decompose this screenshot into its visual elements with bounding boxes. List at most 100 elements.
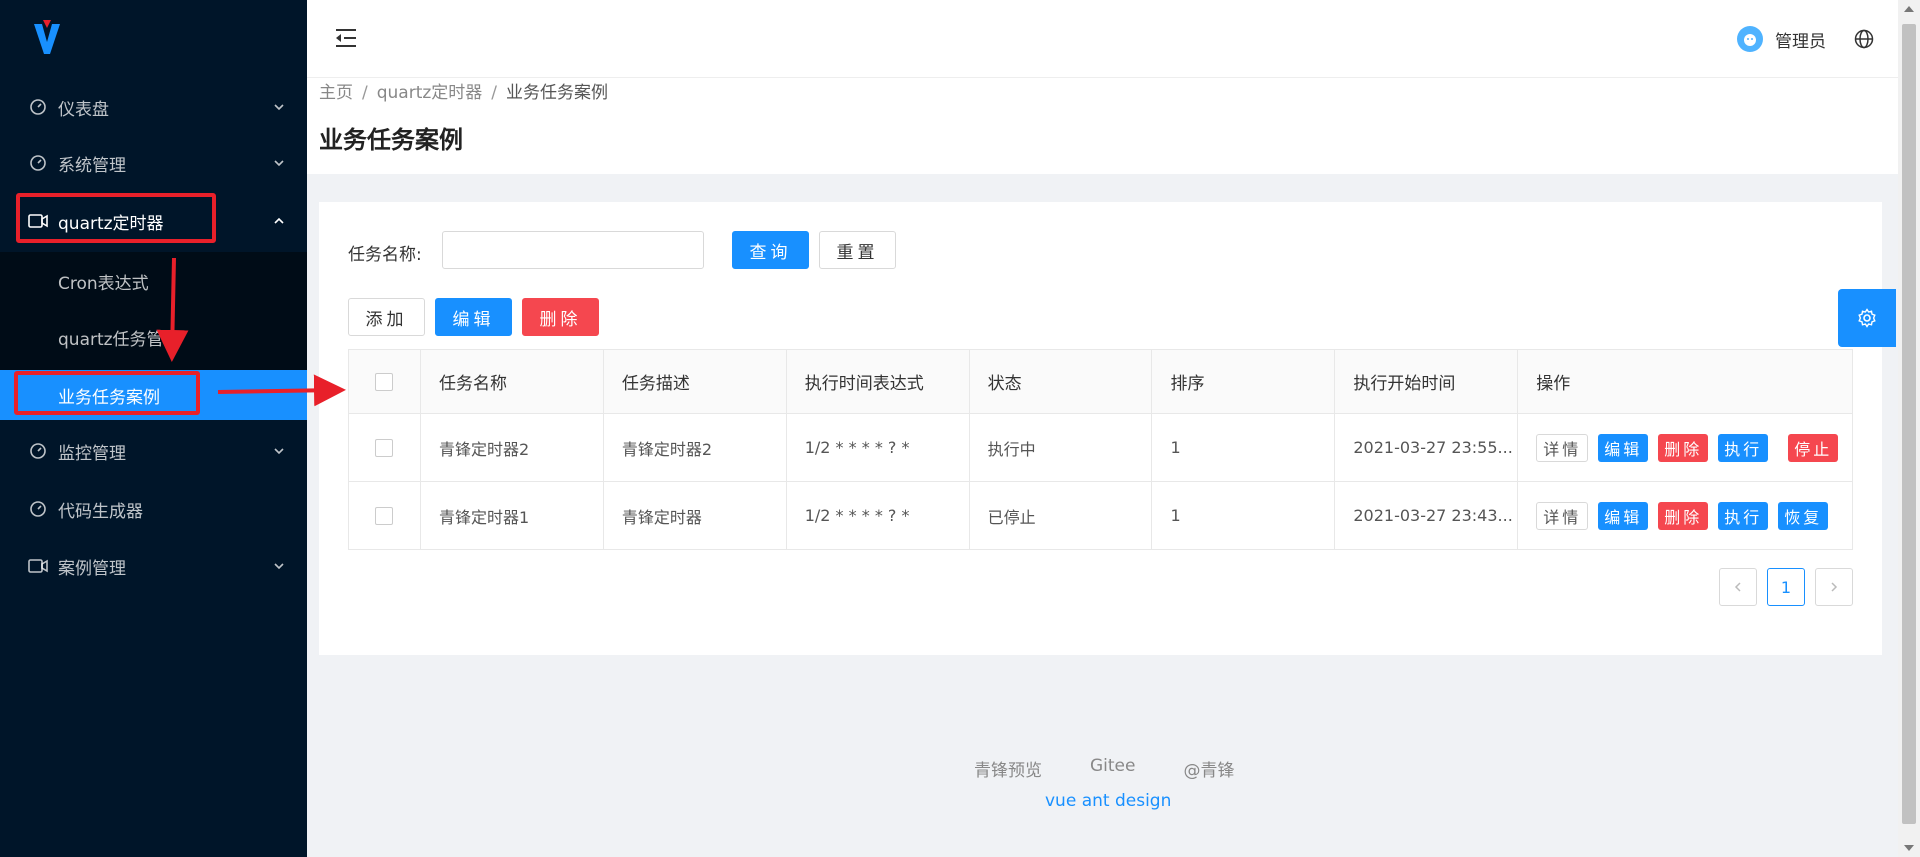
dashboard-icon — [28, 153, 48, 173]
footer-links: 青锋预览 Gitee @青锋 — [974, 756, 1282, 781]
scroll-down-icon[interactable] — [1904, 845, 1914, 851]
search-label: 任务名称: — [348, 245, 422, 265]
breadcrumb-separator: / — [362, 83, 368, 103]
chevron-down-icon — [274, 160, 284, 167]
scrollbar-thumb[interactable] — [1902, 24, 1916, 824]
video-camera-icon — [28, 211, 48, 231]
row-delete-button[interactable]: 删除 — [1658, 501, 1709, 530]
resume-button[interactable]: 恢复 — [1778, 501, 1829, 530]
table-header-row: 任务名称 任务描述 执行时间表达式 状态 排序 执行开始时间 操作 — [349, 350, 1853, 414]
footer-link-preview[interactable]: 青锋预览 — [974, 756, 1042, 781]
delete-button[interactable]: 删除 — [522, 298, 599, 336]
page-header: 主页 / quartz定时器 / 业务任务案例 业务任务案例 — [307, 78, 1898, 174]
sidebar: 仪表盘 系统管理 quartz定时器 Cron表达式 quartz任务管理 业务… — [0, 0, 307, 857]
sidebar-subitem-quartz-tasks[interactable]: quartz任务管理 — [0, 308, 307, 366]
add-button[interactable]: 添加 — [348, 298, 425, 336]
sidebar-item-label: 系统管理 — [58, 155, 126, 176]
table-header-cell: 任务描述 — [604, 350, 787, 413]
table-header-cell: 状态 — [970, 350, 1153, 413]
sidebar-item-dashboard[interactable]: 仪表盘 — [0, 78, 307, 136]
sidebar-item-label: 代码生成器 — [58, 501, 143, 522]
sidebar-item-label: quartz定时器 — [58, 213, 164, 234]
task-desc-cell: 青锋定时器 — [604, 482, 787, 549]
dashboard-icon — [28, 97, 48, 117]
row-edit-button[interactable]: 编辑 — [1598, 433, 1649, 462]
start-time-cell: 2021-03-27 23:43... — [1335, 482, 1519, 549]
chevron-up-icon — [274, 217, 284, 224]
sidebar-subitem-label: 业务任务案例 — [58, 387, 160, 408]
sidebar-item-system[interactable]: 系统管理 — [0, 134, 307, 192]
select-all-checkbox[interactable] — [375, 372, 393, 391]
row-checkbox[interactable] — [375, 506, 393, 525]
sort-cell: 1 — [1152, 482, 1336, 549]
start-time-cell: 2021-03-27 23:55... — [1335, 414, 1519, 481]
stop-button[interactable]: 停止 — [1788, 433, 1839, 462]
cron-cell: 1/2 * * * * ? * — [787, 482, 970, 549]
table-header-cell: 任务名称 — [421, 350, 604, 413]
status-cell: 已停止 — [970, 482, 1153, 549]
sidebar-subitem-label: Cron表达式 — [58, 273, 149, 294]
dashboard-icon — [28, 499, 48, 519]
scroll-up-icon[interactable] — [1904, 6, 1914, 12]
breadcrumb-home[interactable]: 主页 — [319, 83, 353, 103]
table-header-cell: 操作 — [1518, 350, 1853, 413]
footer-link-gitee[interactable]: Gitee — [1090, 756, 1135, 781]
breadcrumb-quartz[interactable]: quartz定时器 — [377, 83, 483, 103]
run-button[interactable]: 执行 — [1718, 433, 1769, 462]
row-checkbox[interactable] — [375, 438, 393, 457]
row-delete-button[interactable]: 删除 — [1658, 433, 1709, 462]
row-checkbox-cell — [349, 482, 421, 549]
query-button[interactable]: 查询 — [732, 231, 809, 269]
dashboard-icon — [28, 441, 48, 461]
chevron-right-icon — [1831, 582, 1838, 592]
sidebar-item-examples[interactable]: 案例管理 — [0, 537, 307, 595]
sidebar-subitem-label: quartz任务管理 — [58, 329, 181, 350]
table-header-cell: 排序 — [1152, 350, 1336, 413]
pagination-page[interactable]: 1 — [1767, 568, 1805, 606]
reset-button[interactable]: 重置 — [819, 231, 896, 269]
pagination-prev[interactable] — [1719, 568, 1757, 606]
sidebar-item-label: 案例管理 — [58, 558, 126, 579]
task-name-cell: 青锋定时器1 — [421, 482, 604, 549]
task-table: 任务名称 任务描述 执行时间表达式 状态 排序 执行开始时间 操作 青锋定时器2… — [348, 349, 1853, 550]
menu-fold-icon[interactable] — [334, 28, 358, 48]
sidebar-item-monitor[interactable]: 监控管理 — [0, 422, 307, 480]
sidebar-item-quartz[interactable]: quartz定时器 — [0, 192, 307, 250]
footer-link-vue-ant-design[interactable]: vue ant design — [1045, 791, 1171, 811]
edit-button[interactable]: 编辑 — [435, 298, 512, 336]
pagination-next[interactable] — [1815, 568, 1853, 606]
chevron-down-icon — [274, 104, 284, 111]
run-button[interactable]: 执行 — [1718, 501, 1769, 530]
breadcrumb: 主页 / quartz定时器 / 业务任务案例 — [319, 78, 608, 103]
avatar — [1737, 26, 1763, 52]
task-name-cell: 青锋定时器2 — [421, 414, 604, 481]
task-name-input[interactable] — [442, 231, 704, 269]
footer-link-author[interactable]: @青锋 — [1183, 756, 1234, 781]
gear-icon — [1858, 308, 1876, 328]
sidebar-item-label: 监控管理 — [58, 443, 126, 464]
status-cell: 执行中 — [970, 414, 1153, 481]
sort-cell: 1 — [1152, 414, 1336, 481]
table-header-cell: 执行时间表达式 — [787, 350, 970, 413]
page-scrollbar[interactable] — [1898, 0, 1920, 857]
quartz-submenu: Cron表达式 quartz任务管理 业务任务案例 — [0, 252, 307, 420]
row-checkbox-cell — [349, 414, 421, 481]
row-edit-button[interactable]: 编辑 — [1598, 501, 1649, 530]
sidebar-item-codegen[interactable]: 代码生成器 — [0, 480, 307, 538]
sidebar-subitem-business-tasks[interactable]: 业务任务案例 — [0, 370, 307, 420]
table-row: 青锋定时器2 青锋定时器2 1/2 * * * * ? * 执行中 1 2021… — [349, 414, 1853, 482]
task-desc-cell: 青锋定时器2 — [604, 414, 787, 481]
breadcrumb-current: 业务任务案例 — [506, 83, 609, 103]
logo-icon — [34, 20, 60, 54]
detail-button[interactable]: 详情 — [1536, 501, 1589, 530]
user-menu[interactable]: 管理员 — [1737, 26, 1826, 52]
breadcrumb-separator: / — [491, 83, 498, 103]
settings-button[interactable] — [1838, 289, 1896, 347]
top-header: 管理员 — [307, 0, 1898, 78]
video-camera-icon — [28, 556, 48, 576]
sidebar-subitem-cron[interactable]: Cron表达式 — [0, 252, 307, 310]
detail-button[interactable]: 详情 — [1536, 433, 1589, 462]
chevron-left-icon — [1734, 582, 1741, 592]
content-card: 任务名称: 查询 重置 添加 编辑 删除 任务名称 任务描述 执行时间表达式 状… — [319, 202, 1882, 655]
globe-icon[interactable] — [1854, 29, 1874, 49]
